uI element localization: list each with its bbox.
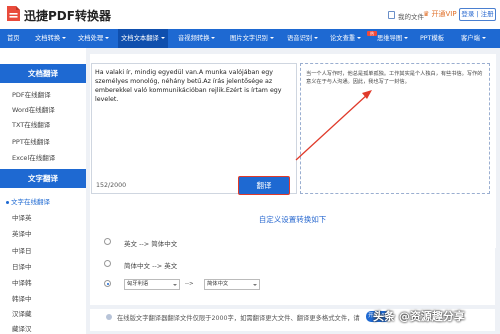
- source-language-select[interactable]: 匈牙利语: [124, 279, 180, 290]
- radio-en-zh[interactable]: [104, 238, 111, 245]
- radio-custom[interactable]: [104, 280, 111, 287]
- direction-arrow: -->: [185, 281, 194, 287]
- target-language-select[interactable]: 简体中文: [204, 279, 260, 290]
- chevron-down-icon: [173, 283, 177, 286]
- notice-text: 在线版文字翻译器翻译文件仅限于2000字，如需翻译更大文件、翻译更多格式文件，请: [117, 315, 360, 322]
- info-icon: [106, 314, 112, 320]
- chevron-down-icon: [253, 283, 257, 286]
- option-en-zh-label: 英文 --> 简体中文: [124, 240, 178, 248]
- watermark: 头条 @资源趣分享: [373, 310, 465, 323]
- option-zh-en-label: 简体中文 --> 英文: [124, 262, 178, 270]
- radio-zh-en[interactable]: [104, 260, 111, 267]
- settings-title: 自定义设置转换如下: [258, 215, 327, 224]
